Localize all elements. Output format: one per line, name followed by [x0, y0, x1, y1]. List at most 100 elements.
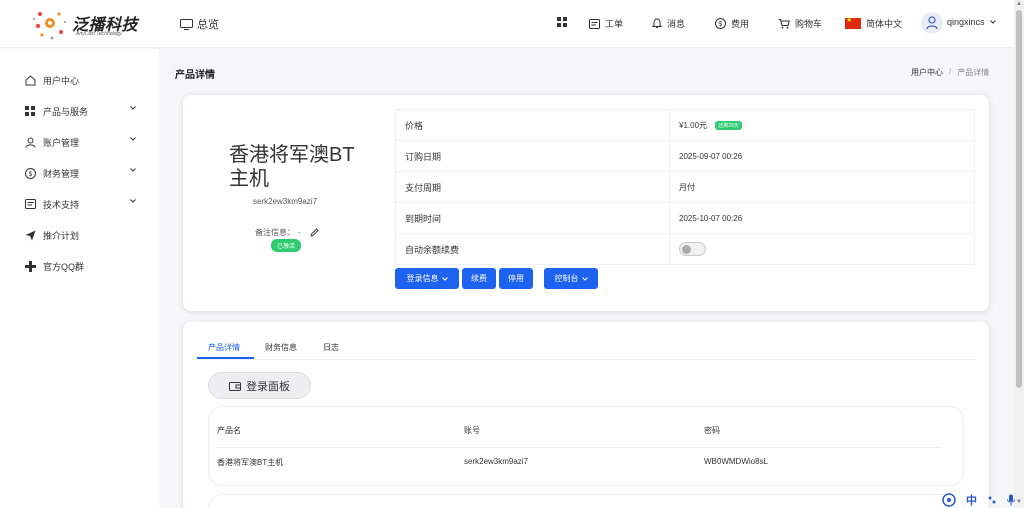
product-id: serk2ew3km9azi7 [253, 197, 318, 206]
dollar-circle-icon: $ [715, 18, 726, 29]
user-icon [24, 136, 36, 148]
grid-icon [24, 105, 36, 117]
order-date-value: 2025-09-07 00:26 [669, 140, 975, 172]
breadcrumb-parent[interactable]: 用户中心 [911, 67, 943, 78]
account-table: 产品名 账号 密码 香港将军澳BT主机 serk2ew3km9azi7 WB0W… [208, 406, 964, 486]
remark-label: 备注信息： [255, 228, 295, 237]
cell-account: serk2ew3km9azi7 [464, 457, 529, 466]
column-header: 账号 [464, 426, 480, 435]
breadcrumb-separator: / [949, 67, 952, 76]
edit-icon[interactable] [309, 228, 319, 237]
top-header: 泛播科技 AnyCast Technology 总览 工单 消息 $ 费用 购物… [0, 0, 1014, 48]
apps-button[interactable] [557, 17, 567, 27]
product-card: 香港将军澳BT主机 serk2ew3km9azi7 备注信息： - 已激活 价格… [183, 95, 989, 311]
disable-button[interactable]: 停用 [499, 268, 533, 289]
sidebar-item-referral[interactable]: 推介计划 [24, 225, 136, 245]
chevron-down-icon [130, 137, 136, 141]
price-label: 价格 [395, 109, 670, 141]
sidebar-item-label: 技术支持 [43, 199, 80, 210]
auto-renew-label: 自动余额续费 [395, 233, 670, 265]
remark: 备注信息： - [255, 227, 319, 238]
login-info-button[interactable]: 登录信息 [395, 268, 459, 289]
user-avatar-icon [926, 16, 938, 30]
chevron-down-icon [989, 20, 996, 24]
home-icon [24, 74, 36, 86]
ticket-label: 工单 [605, 19, 624, 29]
cell-product-name: 香港将军澳BT主机 [217, 458, 284, 467]
document-icon [24, 198, 36, 210]
message-label: 消息 [667, 19, 686, 29]
language-selector[interactable]: 简体中文 [845, 16, 903, 30]
send-icon [24, 229, 36, 241]
ime-language[interactable]: 中 [966, 492, 977, 508]
tab-finance-info[interactable]: 财务信息 [265, 342, 297, 353]
page-title: 产品详情 [175, 70, 215, 81]
punctuation-icon[interactable] [987, 495, 997, 505]
price-value: ¥1.00元 [679, 120, 708, 130]
active-tab-indicator [197, 357, 254, 359]
wallet-icon [229, 381, 241, 391]
table-row: 到期时间 2025-10-07 00:26 [395, 202, 975, 234]
console-label: 控制台 [554, 274, 579, 283]
column-header: 密码 [704, 426, 720, 435]
table-row: 价格 ¥1.00元 还剩29天 [395, 109, 975, 141]
scroll-up-arrow-icon[interactable]: ▲ [1016, 1, 1022, 7]
username: qingxincs [947, 17, 985, 27]
sidebar-item-account[interactable]: 账户管理 [24, 132, 136, 152]
ime-logo-icon[interactable] [942, 493, 956, 507]
sidebar-item-qq-group[interactable]: 官方QQ群 [24, 256, 136, 276]
ime-toolbar: 中 [942, 492, 1015, 508]
tab-log[interactable]: 日志 [323, 342, 339, 353]
fee-link[interactable]: $ 费用 [715, 17, 749, 30]
chevron-down-icon [441, 276, 448, 281]
login-panel-button[interactable]: 登录面板 [208, 372, 311, 399]
auto-renew-cell [669, 233, 975, 265]
divider [217, 447, 941, 448]
tab-product-detail[interactable]: 产品详情 [208, 342, 240, 353]
detail-tabs-card: 产品详情 财务信息 日志 登录面板 产品名 账号 密码 香港将军澳BT主机 se… [183, 322, 989, 508]
expire-label: 到期时间 [395, 202, 670, 234]
breadcrumb-current: 产品详情 [957, 68, 990, 77]
cart-link[interactable]: 购物车 [778, 17, 822, 30]
page-scrollbar[interactable]: ▲ ▼ [1014, 0, 1024, 508]
renew-button[interactable]: 续费 [462, 268, 496, 289]
ticket-link[interactable]: 工单 [589, 17, 623, 30]
svg-text:$: $ [718, 20, 722, 28]
microphone-icon[interactable] [1007, 494, 1015, 506]
sidebar-item-support[interactable]: 技术支持 [24, 194, 136, 214]
console-button[interactable]: 控制台 [544, 268, 598, 289]
table-row: 订购日期 2025-09-07 00:26 [395, 140, 975, 172]
china-flag-icon [845, 16, 861, 29]
sidebar-item-label: 账户管理 [43, 137, 80, 148]
overview-label: 总览 [197, 19, 219, 31]
table-row: 支付周期 月付 [395, 171, 975, 203]
dollar-icon: $ [24, 167, 36, 179]
scroll-thumb[interactable] [1016, 10, 1022, 388]
sidebar-item-label: 推介计划 [43, 230, 80, 241]
sidebar-item-label: 产品与服务 [43, 106, 89, 117]
sidebar: 用户中心 产品与服务 账户管理 $ 财务管理 技术支持 推介计划 官方QQ群 [0, 49, 159, 508]
overview-link[interactable]: 总览 [180, 16, 219, 32]
auto-renew-toggle[interactable] [679, 242, 706, 256]
product-name: 香港将军澳BT主机 [229, 144, 355, 190]
breadcrumb: 用户中心 / 产品详情 [911, 67, 989, 78]
scroll-down-arrow-icon[interactable]: ▼ [1016, 499, 1022, 505]
chevron-down-icon [581, 276, 588, 281]
disable-label: 停用 [508, 274, 524, 283]
sidebar-item-label: 财务管理 [43, 168, 80, 179]
logo[interactable]: 泛播科技 AnyCast Technology [32, 8, 142, 42]
avatar[interactable] [921, 12, 943, 34]
order-date-label: 订购日期 [395, 140, 670, 172]
user-menu[interactable]: qingxincs [947, 17, 996, 27]
chevron-down-icon [130, 168, 136, 172]
sidebar-item-products[interactable]: 产品与服务 [24, 101, 136, 121]
column-header: 产品名 [217, 426, 241, 435]
svg-text:$: $ [28, 170, 32, 178]
sidebar-item-user-center[interactable]: 用户中心 [24, 70, 136, 90]
message-link[interactable]: 消息 [652, 17, 685, 30]
sidebar-item-finance[interactable]: $ 财务管理 [24, 163, 136, 183]
fee-label: 费用 [731, 19, 750, 29]
monitor-icon [180, 18, 193, 30]
language-label: 简体中文 [866, 19, 903, 29]
renew-label: 续费 [471, 274, 487, 283]
